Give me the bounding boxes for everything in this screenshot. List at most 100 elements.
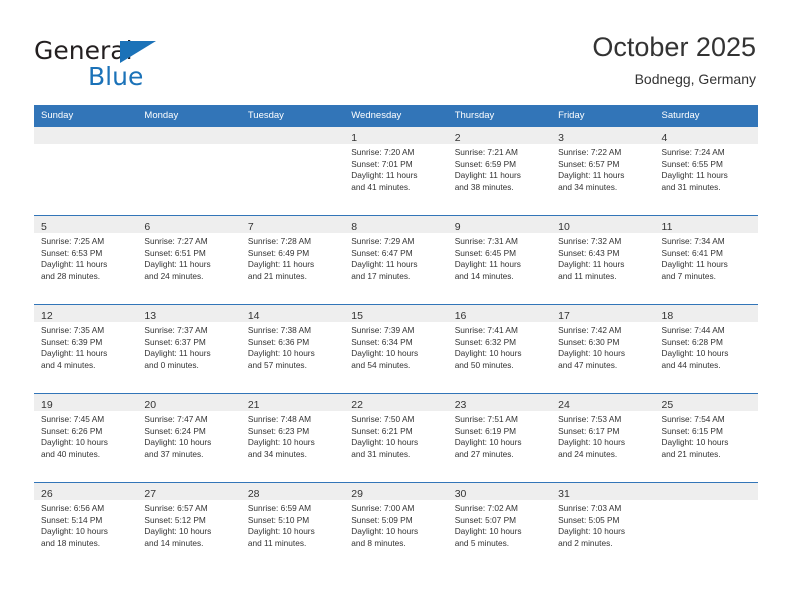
day-cell[interactable]: 1 Sunrise: 7:20 AM Sunset: 7:01 PM Daylight… — [344, 127, 448, 215]
day-details: Sunrise: 7:48 AM Sunset: 6:23 PM Daylight:… — [241, 411, 344, 460]
daylight-text-line2: and 50 minutes. — [454, 359, 514, 370]
day-number: 12 — [41, 310, 53, 322]
sunset-text: Sunset: 5:14 PM — [41, 514, 103, 525]
calendar-cell: 16 Sunrise: 7:41 AM Sunset: 6:32 PM Dayligh… — [447, 304, 552, 394]
day-cell[interactable]: 23 Sunrise: 7:51 AM Sunset: 6:19 PM Dayligh… — [447, 394, 552, 482]
daylight-text-line2: and 21 minutes. — [661, 448, 721, 459]
sunset-text: Sunset: 5:05 PM — [558, 514, 620, 525]
sunrise-text: Sunrise: 7:48 AM — [247, 414, 312, 424]
day-number-strip: 30 — [447, 483, 552, 500]
day-cell[interactable]: 2 Sunrise: 7:21 AM Sunset: 6:59 PM Daylight… — [447, 127, 552, 215]
day-cell[interactable]: 15 Sunrise: 7:39 AM Sunset: 6:34 PM Dayligh… — [344, 305, 448, 393]
day-cell[interactable]: 28 Sunrise: 6:59 AM Sunset: 5:10 PM Dayligh… — [240, 483, 345, 571]
daylight-text-line2: and 34 minutes. — [247, 448, 307, 459]
day-number-strip: 21 — [240, 394, 345, 411]
day-cell[interactable]: 24 Sunrise: 7:53 AM Sunset: 6:17 PM Dayligh… — [551, 394, 655, 482]
day-number-strip: 15 — [344, 305, 448, 322]
calendar-cell: 12 Sunrise: 7:35 AM Sunset: 6:39 PM Dayligh… — [34, 304, 138, 394]
sunrise-text: Sunrise: 7:37 AM — [144, 325, 208, 335]
day-cell[interactable]: 16 Sunrise: 7:41 AM Sunset: 6:32 PM Dayligh… — [447, 305, 552, 393]
daylight-text-line1: Daylight: 11 hours — [454, 170, 521, 181]
calendar-cell: 10 Sunrise: 7:32 AM Sunset: 6:43 PM Dayligh… — [551, 215, 655, 305]
daylight-text-line1: Daylight: 11 hours — [144, 348, 211, 359]
day-cell[interactable]: 8 Sunrise: 7:29 AM Sunset: 6:47 PM Daylight… — [344, 216, 448, 304]
calendar-cell: 17 Sunrise: 7:42 AM Sunset: 6:30 PM Dayligh… — [551, 304, 655, 394]
daylight-text-line1: Daylight: 10 hours — [247, 348, 315, 359]
day-number-strip: 17 — [551, 305, 655, 322]
sunrise-text: Sunrise: 7:34 AM — [661, 236, 725, 246]
sunset-text: Sunset: 6:53 PM — [41, 247, 103, 258]
weekday-header-tuesday: Tuesday — [240, 105, 345, 127]
calendar-cell: 25 Sunrise: 7:54 AM Sunset: 6:15 PM Dayligh… — [654, 393, 758, 483]
day-number-strip — [137, 127, 241, 144]
day-number-strip: 26 — [34, 483, 138, 500]
day-cell[interactable]: 5 Sunrise: 7:25 AM Sunset: 6:53 PM Daylight… — [34, 216, 138, 304]
day-cell[interactable]: 12 Sunrise: 7:35 AM Sunset: 6:39 PM Dayligh… — [34, 305, 138, 393]
daylight-text-line1: Daylight: 11 hours — [41, 259, 108, 270]
day-cell[interactable]: 13 Sunrise: 7:37 AM Sunset: 6:37 PM Dayligh… — [137, 305, 241, 393]
calendar-week-row: 1 Sunrise: 7:20 AM Sunset: 7:01 PM Daylight… — [34, 126, 758, 216]
day-number-strip — [240, 127, 345, 144]
day-cell[interactable]: 26 Sunrise: 6:56 AM Sunset: 5:14 PM Dayligh… — [34, 483, 138, 571]
daylight-text-line1: Daylight: 10 hours — [454, 526, 522, 537]
day-number-strip: 25 — [654, 394, 758, 411]
day-cell-empty — [240, 127, 345, 215]
daylight-text-line2: and 21 minutes. — [247, 270, 307, 281]
daylight-text-line1: Daylight: 10 hours — [351, 526, 419, 537]
daylight-text-line2: and 41 minutes. — [351, 181, 411, 192]
day-cell[interactable]: 18 Sunrise: 7:44 AM Sunset: 6:28 PM Dayligh… — [654, 305, 758, 393]
day-cell[interactable]: 17 Sunrise: 7:42 AM Sunset: 6:30 PM Dayligh… — [551, 305, 655, 393]
day-cell[interactable]: 4 Sunrise: 7:24 AM Sunset: 6:55 PM Daylight… — [654, 127, 758, 215]
day-cell[interactable]: 6 Sunrise: 7:27 AM Sunset: 6:51 PM Daylight… — [137, 216, 241, 304]
brand-logo[interactable]: General Blue — [34, 36, 214, 91]
sunset-text: Sunset: 6:34 PM — [351, 336, 413, 347]
day-cell[interactable]: 27 Sunrise: 6:57 AM Sunset: 5:12 PM Dayligh… — [137, 483, 241, 571]
sunset-text: Sunset: 6:24 PM — [144, 425, 206, 436]
day-number: 11 — [661, 221, 673, 233]
day-number-strip: 27 — [137, 483, 241, 500]
triangle-icon — [120, 41, 156, 63]
day-details: Sunrise: 6:57 AM Sunset: 5:12 PM Daylight:… — [137, 500, 240, 549]
day-number: 19 — [41, 399, 53, 411]
page-title: October 2025 — [592, 32, 756, 62]
day-cell[interactable]: 20 Sunrise: 7:47 AM Sunset: 6:24 PM Dayligh… — [137, 394, 241, 482]
day-details: Sunrise: 7:45 AM Sunset: 6:26 PM Daylight:… — [34, 411, 137, 460]
day-cell[interactable]: 14 Sunrise: 7:38 AM Sunset: 6:36 PM Dayligh… — [240, 305, 345, 393]
day-number-strip: 16 — [447, 305, 552, 322]
day-cell[interactable]: 7 Sunrise: 7:28 AM Sunset: 6:49 PM Daylight… — [240, 216, 345, 304]
day-cell[interactable]: 30 Sunrise: 7:02 AM Sunset: 5:07 PM Dayligh… — [447, 483, 552, 571]
day-details: Sunrise: 7:22 AM Sunset: 6:57 PM Daylight:… — [551, 144, 654, 193]
day-cell[interactable]: 3 Sunrise: 7:22 AM Sunset: 6:57 PM Daylight… — [551, 127, 655, 215]
day-cell[interactable]: 22 Sunrise: 7:50 AM Sunset: 6:21 PM Dayligh… — [344, 394, 448, 482]
day-number-strip: 29 — [344, 483, 448, 500]
day-number-strip — [654, 483, 758, 500]
day-cell[interactable]: 25 Sunrise: 7:54 AM Sunset: 6:15 PM Dayligh… — [654, 394, 758, 482]
weekday-header-wednesday: Wednesday — [344, 105, 448, 127]
day-cell[interactable]: 11 Sunrise: 7:34 AM Sunset: 6:41 PM Dayligh… — [654, 216, 758, 304]
page-header: General Blue October 2025 Bodnegg, Germa… — [0, 0, 792, 100]
day-details: Sunrise: 7:37 AM Sunset: 6:37 PM Daylight:… — [137, 322, 240, 371]
day-cell[interactable]: 29 Sunrise: 7:00 AM Sunset: 5:09 PM Dayligh… — [344, 483, 448, 571]
daylight-text-line2: and 31 minutes. — [661, 181, 721, 192]
day-details: Sunrise: 7:28 AM Sunset: 6:49 PM Daylight:… — [241, 233, 344, 282]
sunrise-text: Sunrise: 7:41 AM — [454, 325, 518, 335]
daylight-text-line2: and 40 minutes. — [41, 448, 101, 459]
day-number: 18 — [661, 310, 674, 322]
weekday-header-thursday: Thursday — [447, 105, 552, 127]
daylight-text-line1: Daylight: 10 hours — [454, 348, 522, 359]
daylight-text-line2: and 47 minutes. — [558, 359, 618, 370]
calendar-cell: 15 Sunrise: 7:39 AM Sunset: 6:34 PM Dayligh… — [344, 304, 448, 394]
sunset-text: Sunset: 6:51 PM — [144, 247, 206, 258]
daylight-text-line2: and 37 minutes. — [144, 448, 204, 459]
day-cell[interactable]: 10 Sunrise: 7:32 AM Sunset: 6:43 PM Dayligh… — [551, 216, 655, 304]
calendar-cell: 31 Sunrise: 7:03 AM Sunset: 5:05 PM Dayligh… — [551, 482, 655, 571]
daylight-text-line2: and 27 minutes. — [454, 448, 514, 459]
day-cell[interactable]: 19 Sunrise: 7:45 AM Sunset: 6:26 PM Dayligh… — [34, 394, 138, 482]
day-number: 22 — [351, 399, 363, 411]
day-cell[interactable]: 9 Sunrise: 7:31 AM Sunset: 6:45 PM Daylight… — [447, 216, 552, 304]
sunset-text: Sunset: 6:21 PM — [351, 425, 413, 436]
day-cell[interactable]: 31 Sunrise: 7:03 AM Sunset: 5:05 PM Dayligh… — [551, 483, 655, 571]
calendar-cell: 23 Sunrise: 7:51 AM Sunset: 6:19 PM Dayligh… — [447, 393, 552, 483]
day-cell[interactable]: 21 Sunrise: 7:48 AM Sunset: 6:23 PM Dayligh… — [240, 394, 345, 482]
day-details: Sunrise: 7:53 AM Sunset: 6:17 PM Daylight:… — [551, 411, 654, 460]
